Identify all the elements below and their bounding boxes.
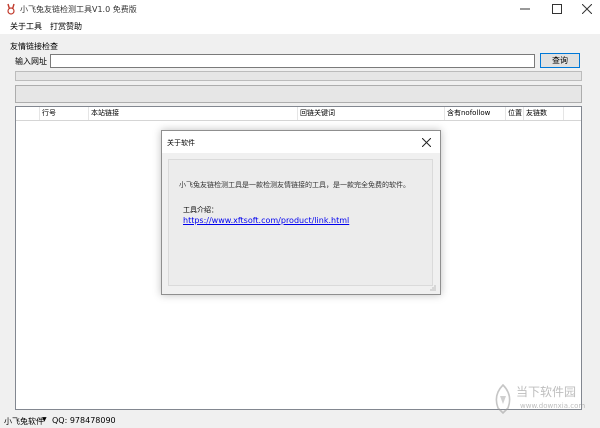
watermark-sub: www.downxia.com (520, 402, 586, 410)
dialog-close-button[interactable] (418, 135, 434, 149)
minimize-icon (520, 8, 530, 10)
menu-item-about[interactable]: 关于工具 (10, 21, 42, 32)
dropdown-caret-icon[interactable]: ▼ (42, 416, 47, 423)
maximize-button[interactable] (542, 0, 572, 18)
status-box (15, 85, 582, 103)
column-header-row-number[interactable]: 行号 (40, 107, 89, 120)
close-icon (421, 137, 431, 147)
title-bar: 小飞兔友链检测工具V1.0 免费版 (0, 0, 600, 18)
rabbit-icon (5, 3, 17, 15)
url-input[interactable] (50, 54, 535, 68)
status-brand[interactable]: 小飞兔软件 (4, 416, 44, 427)
menu-item-donate[interactable]: 打赏赞助 (50, 21, 82, 32)
column-header-backlink-keyword[interactable]: 回链关键词 (298, 107, 445, 120)
column-header-site-link[interactable]: 本站链接 (89, 107, 298, 120)
close-icon (582, 4, 592, 14)
watermark-text: 当下软件园 (516, 385, 577, 399)
group-label: 友情链接检查 (10, 42, 58, 51)
column-spacer (16, 107, 40, 120)
column-header-link-count[interactable]: 友链数 (524, 107, 564, 120)
dialog-content-panel: 小飞兔友链检测工具是一款检测友情链接的工具，是一款完全免费的软件。 工具介绍： … (168, 159, 433, 286)
query-button[interactable]: 查询 (540, 53, 580, 68)
minimize-button[interactable] (510, 0, 540, 18)
resize-grip-icon[interactable] (428, 283, 436, 291)
progress-bar (15, 71, 582, 81)
close-button[interactable] (572, 0, 600, 18)
column-header-position[interactable]: 位置 (506, 107, 524, 120)
watermark: 当下软件园 www.downxia.com (492, 382, 592, 418)
window-title: 小飞兔友链检测工具V1.0 免费版 (20, 5, 137, 14)
dialog-title-bar: 关于软件 (162, 131, 440, 153)
menu-bar: 关于工具 打赏赞助 (0, 18, 600, 34)
url-label: 输入网址 (15, 57, 47, 66)
about-dialog: 关于软件 小飞兔友链检测工具是一款检测友情链接的工具，是一款完全免费的软件。 工… (161, 130, 441, 295)
table-header: 行号 本站链接 回链关键词 含有nofollow 位置 友链数 (16, 107, 581, 121)
status-qq: QQ: 978478090 (52, 416, 116, 425)
dialog-description: 小飞兔友链检测工具是一款检测友情链接的工具，是一款完全免费的软件。 (179, 181, 410, 189)
dialog-title: 关于软件 (167, 139, 195, 147)
column-header-nofollow[interactable]: 含有nofollow (445, 107, 506, 120)
dialog-intro-label: 工具介绍： (183, 206, 218, 214)
maximize-icon (552, 4, 562, 14)
product-link[interactable]: https://www.xftsoft.com/product/link.htm… (183, 216, 349, 225)
watermark-logo-icon (492, 383, 514, 415)
